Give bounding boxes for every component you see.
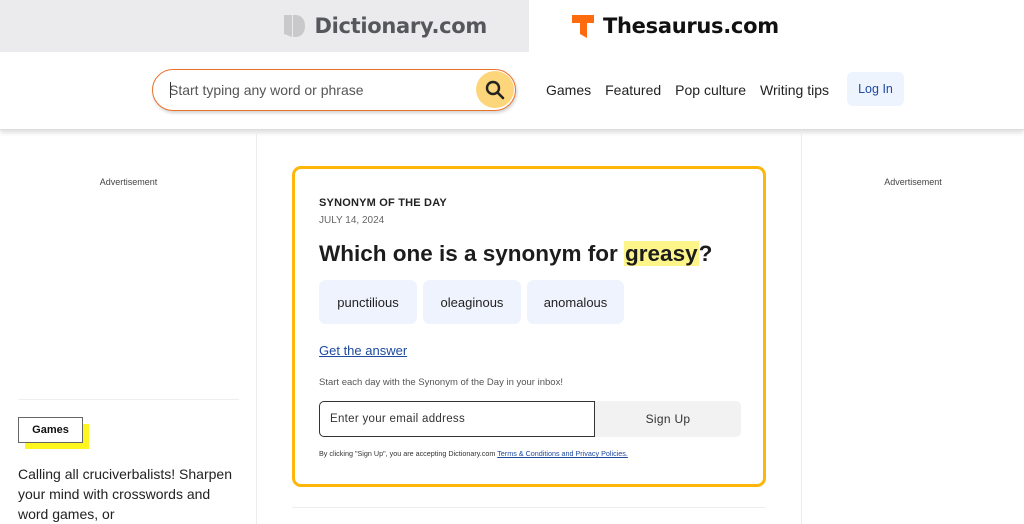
main-nav: Games Featured Pop culture Writing tips xyxy=(546,82,829,98)
terms-notice: By clicking "Sign Up", you are accepting… xyxy=(319,449,628,458)
search-icon xyxy=(485,80,505,99)
answer-options: punctilious oleaginous anomalous xyxy=(319,280,624,324)
advertisement-label: Advertisement xyxy=(884,177,942,187)
site-header: Games Featured Pop culture Writing tips … xyxy=(0,52,1024,130)
text-caret xyxy=(170,82,171,98)
nav-writing-tips[interactable]: Writing tips xyxy=(760,82,829,98)
card-date: JULY 14, 2024 xyxy=(319,215,385,226)
search-button[interactable] xyxy=(476,71,514,108)
nav-pop-culture[interactable]: Pop culture xyxy=(675,82,746,98)
thesaurus-tab[interactable]: Thesaurus.com xyxy=(529,0,1024,52)
dictionary-tab[interactable]: Dictionary.com xyxy=(0,0,529,52)
dictionary-brand-name: Dictionary.com xyxy=(314,14,487,38)
question-prefix: Which one is a synonym for xyxy=(319,241,625,266)
highlighted-word: greasy xyxy=(624,241,699,266)
nav-featured[interactable]: Featured xyxy=(605,82,661,98)
left-sidebar: Advertisement Games Calling all cruciver… xyxy=(0,131,257,524)
terms-prefix: By clicking "Sign Up", you are accepting… xyxy=(319,449,498,458)
terms-link[interactable]: Terms & Conditions and Privacy Policies. xyxy=(497,449,628,458)
option-button[interactable]: oleaginous xyxy=(423,280,521,324)
get-answer-link[interactable]: Get the answer xyxy=(319,343,407,358)
sign-up-button[interactable]: Sign Up xyxy=(595,401,741,437)
search-input[interactable] xyxy=(169,70,469,109)
search-bar xyxy=(152,69,516,111)
divider xyxy=(19,399,239,400)
thesaurus-logo-icon xyxy=(571,13,595,39)
games-tag[interactable]: Games xyxy=(18,417,89,449)
games-tag-label[interactable]: Games xyxy=(18,417,83,443)
card-title: SYNONYM OF THE DAY xyxy=(319,197,447,209)
question-suffix: ? xyxy=(698,241,713,266)
thesaurus-brand-name: Thesaurus.com xyxy=(603,14,779,38)
email-input[interactable] xyxy=(319,401,595,437)
brand-bar: Dictionary.com Thesaurus.com xyxy=(0,0,1024,52)
divider xyxy=(292,507,766,508)
newsletter-prompt: Start each day with the Synonym of the D… xyxy=(319,377,563,388)
advertisement-label: Advertisement xyxy=(99,177,158,187)
quiz-question: Which one is a synonym for greasy? xyxy=(319,241,712,267)
nav-games[interactable]: Games xyxy=(546,82,591,98)
dictionary-logo-icon xyxy=(282,13,306,39)
option-button[interactable]: punctilious xyxy=(319,280,417,324)
games-description: Calling all cruciverbalists! Sharpen you… xyxy=(18,466,232,522)
login-button[interactable]: Log In xyxy=(847,72,904,106)
right-sidebar: Advertisement xyxy=(801,131,1024,524)
synonym-of-the-day-card: SYNONYM OF THE DAY JULY 14, 2024 Which o… xyxy=(292,166,766,487)
option-button[interactable]: anomalous xyxy=(527,280,624,324)
